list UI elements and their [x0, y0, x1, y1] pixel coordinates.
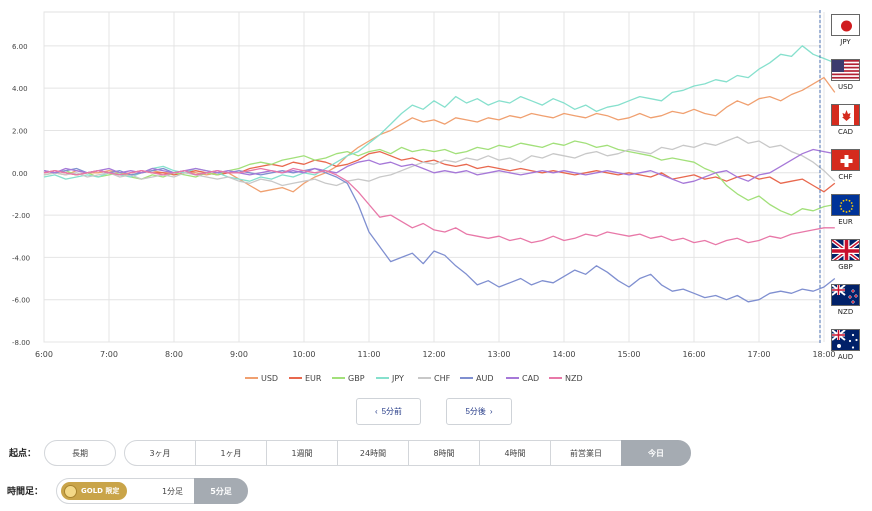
next-5min-label: 5分後	[465, 407, 486, 416]
start-option-2[interactable]: 1週間	[266, 440, 338, 466]
flag-label: NZD	[837, 308, 854, 316]
x-tick-label: 6:00	[35, 350, 53, 359]
series-line-chf	[43, 136, 836, 187]
x-tick-label: 16:00	[682, 350, 705, 359]
y-tick-label: -6.00	[12, 297, 30, 305]
y-tick-label: -2.00	[12, 212, 30, 220]
y-tick-label: -4.00	[12, 254, 30, 262]
start-option-4[interactable]: 8時間	[408, 440, 480, 466]
flag-label: JPY	[840, 38, 851, 46]
chevron-left-icon: ‹	[374, 407, 378, 416]
flag-label: CHF	[838, 173, 853, 181]
flag-eur-icon	[831, 194, 860, 216]
legend-label-cad: CAD	[522, 374, 539, 383]
y-tick-label: 6.00	[12, 43, 28, 51]
legend-label-eur: EUR	[305, 374, 322, 383]
flag-gbp-icon	[831, 239, 860, 261]
legend-label-gbp: GBP	[348, 374, 365, 383]
y-tick-label: 4.00	[12, 85, 28, 93]
timeframe-option-5min[interactable]: 5分足	[194, 478, 248, 504]
series-lines	[43, 45, 836, 303]
x-tick-label: 13:00	[487, 350, 510, 359]
x-tick-label: 15:00	[617, 350, 640, 359]
x-tick-label: 10:00	[292, 350, 315, 359]
start-option-5[interactable]: 4時間	[479, 440, 551, 466]
start-option-6[interactable]: 前営業日	[550, 440, 622, 466]
gold-badge-cell: GOLD 限定	[56, 478, 152, 504]
flag-item-jpy[interactable]: JPY	[827, 12, 864, 54]
flag-item-chf[interactable]: CHF	[827, 147, 864, 189]
x-tick-label: 7:00	[100, 350, 118, 359]
next-5min-button[interactable]: 5分後 ›	[446, 398, 512, 425]
gold-badge: GOLD 限定	[61, 482, 128, 500]
series-line-jpy	[43, 45, 836, 182]
prev-5min-label: 5分前	[381, 407, 403, 416]
y-tick-label: 2.00	[12, 127, 28, 135]
flag-item-cad[interactable]: CAD	[827, 102, 864, 144]
legend-label-chf: CHF	[434, 374, 451, 383]
flag-item-nzd[interactable]: NZD	[827, 282, 864, 324]
start-point-options: 3ヶ月 1ヶ月 1週間 24時間 8時間 4時間 前営業日 今日	[124, 440, 691, 466]
flag-label: GBP	[838, 263, 853, 271]
start-option-1[interactable]: 1ヶ月	[195, 440, 267, 466]
y-tick-label: 0.00	[12, 170, 28, 178]
currency-strength-chart: 6.00 4.00 2.00 0.00 -2.00 -4.00 -6.00 -8.00 6:0…	[12, 10, 836, 383]
y-axis-ticks: 6.00 4.00 2.00 0.00 -2.00 -4.00 -6.00 -8.00	[12, 43, 30, 347]
flag-cad-icon	[831, 104, 860, 126]
timeframe-options: GOLD 限定 1分足 5分足	[56, 478, 248, 504]
gold-label: GOLD 限定	[81, 487, 120, 495]
x-tick-label: 12:00	[422, 350, 445, 359]
y-tick-label: -8.00	[12, 339, 30, 347]
flag-item-usd[interactable]: USD	[827, 57, 864, 99]
x-tick-label: 11:00	[357, 350, 380, 359]
flag-label: EUR	[838, 218, 853, 226]
flag-label: AUD	[837, 353, 854, 361]
series-line-aud	[43, 167, 836, 303]
prev-5min-button[interactable]: ‹ 5分前	[356, 398, 421, 425]
chart-legend: USD EUR GBP JPY CHF AUD CAD NZD	[245, 374, 583, 383]
flag-item-eur[interactable]: EUR	[827, 192, 864, 234]
x-axis-ticks: 6:00 7:00 8:00 9:00 10:00 11:00 12:00 13:00 14:0…	[35, 350, 836, 359]
start-point-label: 起点：	[9, 449, 37, 459]
flag-aud-icon	[831, 329, 860, 351]
flag-label: CAD	[837, 128, 854, 136]
series-line-nzd	[43, 167, 835, 246]
legend-label-usd: USD	[261, 374, 278, 383]
gold-coin-icon	[64, 484, 77, 498]
start-option-3[interactable]: 24時間	[337, 440, 409, 466]
flag-jpy-icon	[831, 14, 860, 36]
start-option-long[interactable]: 長期	[44, 440, 116, 466]
x-tick-label: 14:00	[552, 350, 575, 359]
currency-strength-page: 6.00 4.00 2.00 0.00 -2.00 -4.00 -6.00 -8.00 6:0…	[0, 0, 872, 511]
currency-flag-column: JPY USD CAD CHF EUR GBP NZD AUD	[827, 12, 864, 370]
flag-label: USD	[838, 83, 853, 91]
x-tick-label: 17:00	[747, 350, 770, 359]
chevron-right-icon: ›	[489, 407, 493, 416]
timeframe-label: 時間足：	[7, 487, 44, 497]
flag-item-gbp[interactable]: GBP	[827, 237, 864, 279]
start-option-0[interactable]: 3ヶ月	[124, 440, 196, 466]
start-option-7[interactable]: 今日	[621, 440, 691, 466]
start-point-long-group: 長期	[44, 440, 116, 466]
legend-label-nzd: NZD	[565, 374, 583, 383]
legend-label-aud: AUD	[476, 374, 494, 383]
legend-label-jpy: JPY	[391, 374, 404, 383]
series-line-gbp	[43, 140, 835, 216]
flag-usd-icon	[831, 59, 860, 81]
x-tick-label: 9:00	[230, 350, 248, 359]
flag-item-aud[interactable]: AUD	[827, 327, 864, 369]
flag-chf-icon	[831, 149, 860, 171]
flag-nzd-icon	[831, 284, 860, 306]
timeframe-option-1min[interactable]: 1分足	[151, 478, 195, 504]
x-tick-label: 8:00	[165, 350, 183, 359]
